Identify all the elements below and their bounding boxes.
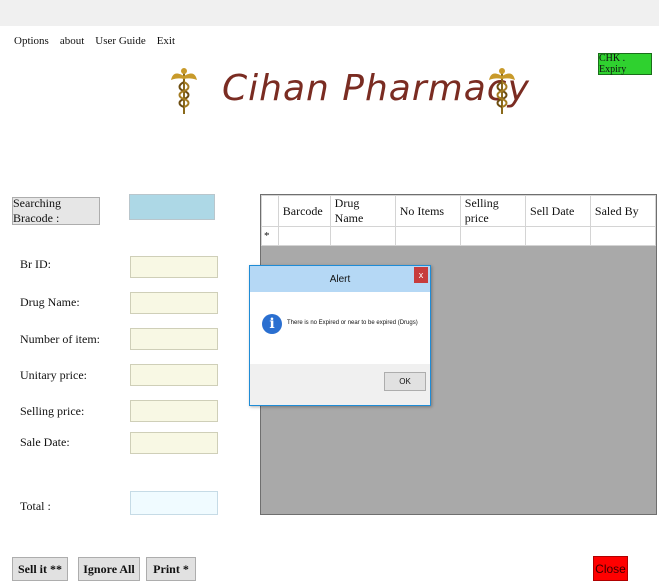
number-of-item-label: Number of item: [20,332,100,346]
sales-table: Barcode Drug Name No Items Selling price… [261,195,657,246]
sale-date-label: Sale Date: [20,435,70,449]
menu-bar: Options about User Guide Exit [14,35,175,47]
dialog-close-button[interactable]: x [414,267,428,283]
drug-name-label: Drug Name: [20,295,80,309]
drug-name-field[interactable] [130,292,218,314]
column-header-no-items[interactable]: No Items [394,195,461,227]
searching-barcode-label: Searching Bracode : [12,196,100,225]
new-row-marker: * [261,226,279,246]
ignore-all-button[interactable]: Ignore All [78,557,140,581]
menu-user-guide[interactable]: User Guide [95,35,145,47]
caduceus-icon [171,68,197,114]
table-cell[interactable] [589,226,657,246]
br-id-field[interactable] [130,256,218,278]
column-header-saled-by[interactable]: Saled By [589,195,657,227]
app-title: Cihan Pharmacy [222,68,530,109]
dialog-title: Alert [329,273,351,285]
alert-dialog: Alert x i There is no Expired or near to… [249,265,431,406]
unitary-price-field[interactable] [130,364,218,386]
table-cell[interactable] [329,226,396,246]
column-header-drug-name[interactable]: Drug Name [329,195,396,227]
unitary-price-label: Unitary price: [20,368,87,382]
column-header-selling-price[interactable]: Selling price [459,195,527,227]
ok-button[interactable]: OK [384,372,426,391]
selling-price-field[interactable] [130,400,218,422]
dialog-message: There is no Expired or near to be expire… [287,320,418,326]
table-cell[interactable] [525,226,591,246]
selling-price-label: Selling price: [20,404,85,418]
total-label: Total : [20,499,51,513]
table-cell[interactable] [394,226,461,246]
dialog-titlebar: Alert x [250,266,430,292]
close-button[interactable]: Close [593,556,628,581]
number-of-item-field[interactable] [130,328,218,350]
row-header-cell [261,195,279,227]
table-cell[interactable] [459,226,527,246]
menu-about[interactable]: about [60,35,84,47]
print-button[interactable]: Print * [146,557,196,581]
sale-date-field[interactable] [130,432,218,454]
window-top-strip [0,0,659,26]
table-header-row: Barcode Drug Name No Items Selling price… [261,195,657,227]
app-header: Cihan Pharmacy [170,62,529,122]
sell-button[interactable]: Sell it ** [12,557,68,581]
menu-options[interactable]: Options [14,35,49,47]
search-barcode-input[interactable] [129,194,215,220]
column-header-barcode[interactable]: Barcode [277,195,331,227]
info-icon: i [262,314,282,334]
dialog-body: i There is no Expired or near to be expi… [250,292,430,364]
column-header-sell-date[interactable]: Sell Date [525,195,591,227]
check-expiry-button[interactable]: CHK . Expiry [598,53,652,75]
caduceus-icon [489,68,515,114]
br-id-label: Br ID: [20,257,51,271]
table-row-new[interactable]: * [261,226,657,246]
table-cell[interactable] [277,226,331,246]
total-field[interactable] [130,491,218,515]
menu-exit[interactable]: Exit [157,35,175,47]
